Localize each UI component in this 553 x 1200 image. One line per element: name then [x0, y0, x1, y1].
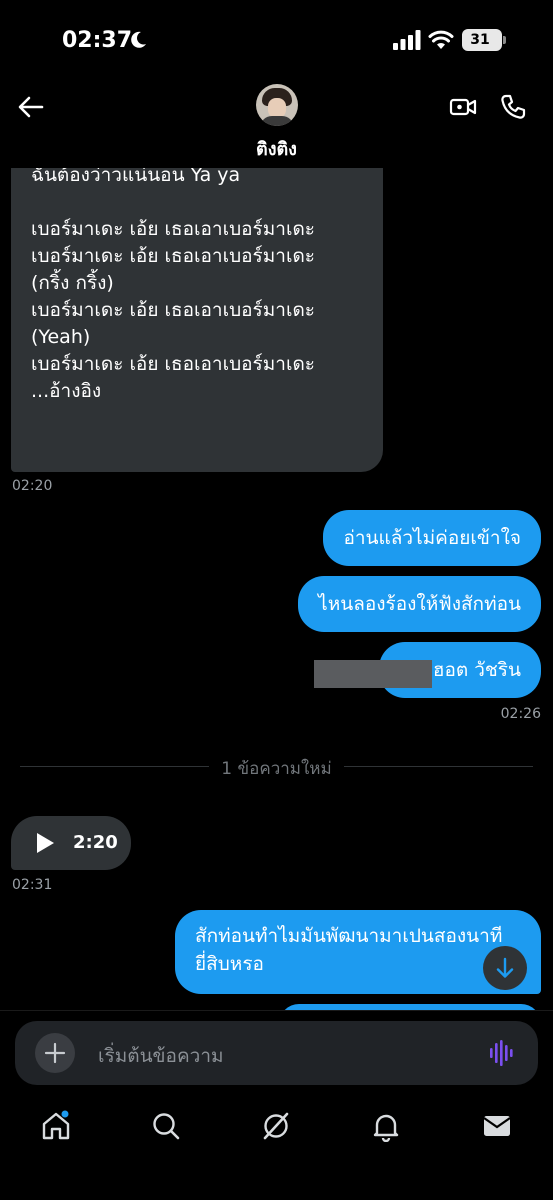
message-timestamp: 02:26 [500, 706, 541, 722]
voice-message[interactable]: 2:20 [11, 816, 131, 870]
composer-bar: เริ่มต้นข้อความ [0, 1010, 553, 1096]
voice-wave-icon[interactable] [489, 1040, 517, 1066]
message-list[interactable]: จังหวะนี้ไม่กลัวเลยพ่อรึม ต้องบุกตอนนี้ช… [0, 168, 553, 1010]
video-icon[interactable] [448, 92, 478, 122]
received-message-lyrics[interactable]: จังหวะนี้ไม่กลัวเลยพ่อรึม ต้องบุกตอนนี้ช… [11, 168, 383, 472]
sent-message[interactable]: อ่านแล้วไม่ค่อยเข้าใจ [323, 510, 541, 566]
avatar[interactable] [256, 84, 298, 126]
plus-icon [44, 1042, 66, 1064]
status-time: 02:37 [62, 28, 133, 53]
mail-icon[interactable] [481, 1110, 513, 1142]
sent-message[interactable]: ไหนลองร้องให้ฟังสักท่อน [298, 576, 541, 632]
signal-icon [393, 30, 421, 50]
phone-icon[interactable] [498, 92, 528, 122]
battery-level: 31 [470, 32, 490, 48]
arrow-down-icon [496, 957, 514, 978]
message-timestamp: 02:31 [12, 877, 53, 893]
back-arrow-icon[interactable] [16, 92, 46, 122]
search-icon[interactable] [150, 1110, 182, 1142]
scroll-to-bottom-button[interactable] [483, 946, 527, 990]
bell-icon[interactable] [370, 1110, 402, 1142]
contact-name[interactable]: ติงติง [0, 134, 553, 163]
grok-icon[interactable] [260, 1110, 292, 1142]
message-timestamp: 02:20 [12, 478, 53, 494]
message-text: จังหวะนี้ไม่กลัวเลยพ่อรึม ต้องบุกตอนนี้ช… [31, 168, 241, 186]
new-messages-label: 1 ข้อความใหม่ [0, 755, 553, 782]
home-icon[interactable] [40, 1110, 72, 1142]
battery-tip [503, 36, 506, 44]
battery-indicator: 31 [462, 29, 502, 51]
voice-message-duration: 2:20 [73, 832, 118, 853]
play-icon[interactable] [35, 831, 55, 855]
message-composer[interactable]: เริ่มต้นข้อความ [15, 1021, 538, 1085]
redaction-block [314, 660, 432, 688]
moon-icon [131, 31, 146, 48]
wifi-icon [428, 30, 454, 49]
status-bar: 02:37 31 [0, 0, 553, 80]
conversation-header: ติงติง [0, 80, 553, 168]
bottom-navigation [0, 1096, 553, 1200]
add-attachment-button[interactable] [35, 1033, 75, 1073]
message-text: เบอร์มาเดะ เอ้ย เธอเอาเบอร์มาเดะ เบอร์มา… [31, 218, 315, 402]
message-input[interactable]: เริ่มต้นข้อความ [98, 1041, 224, 1071]
